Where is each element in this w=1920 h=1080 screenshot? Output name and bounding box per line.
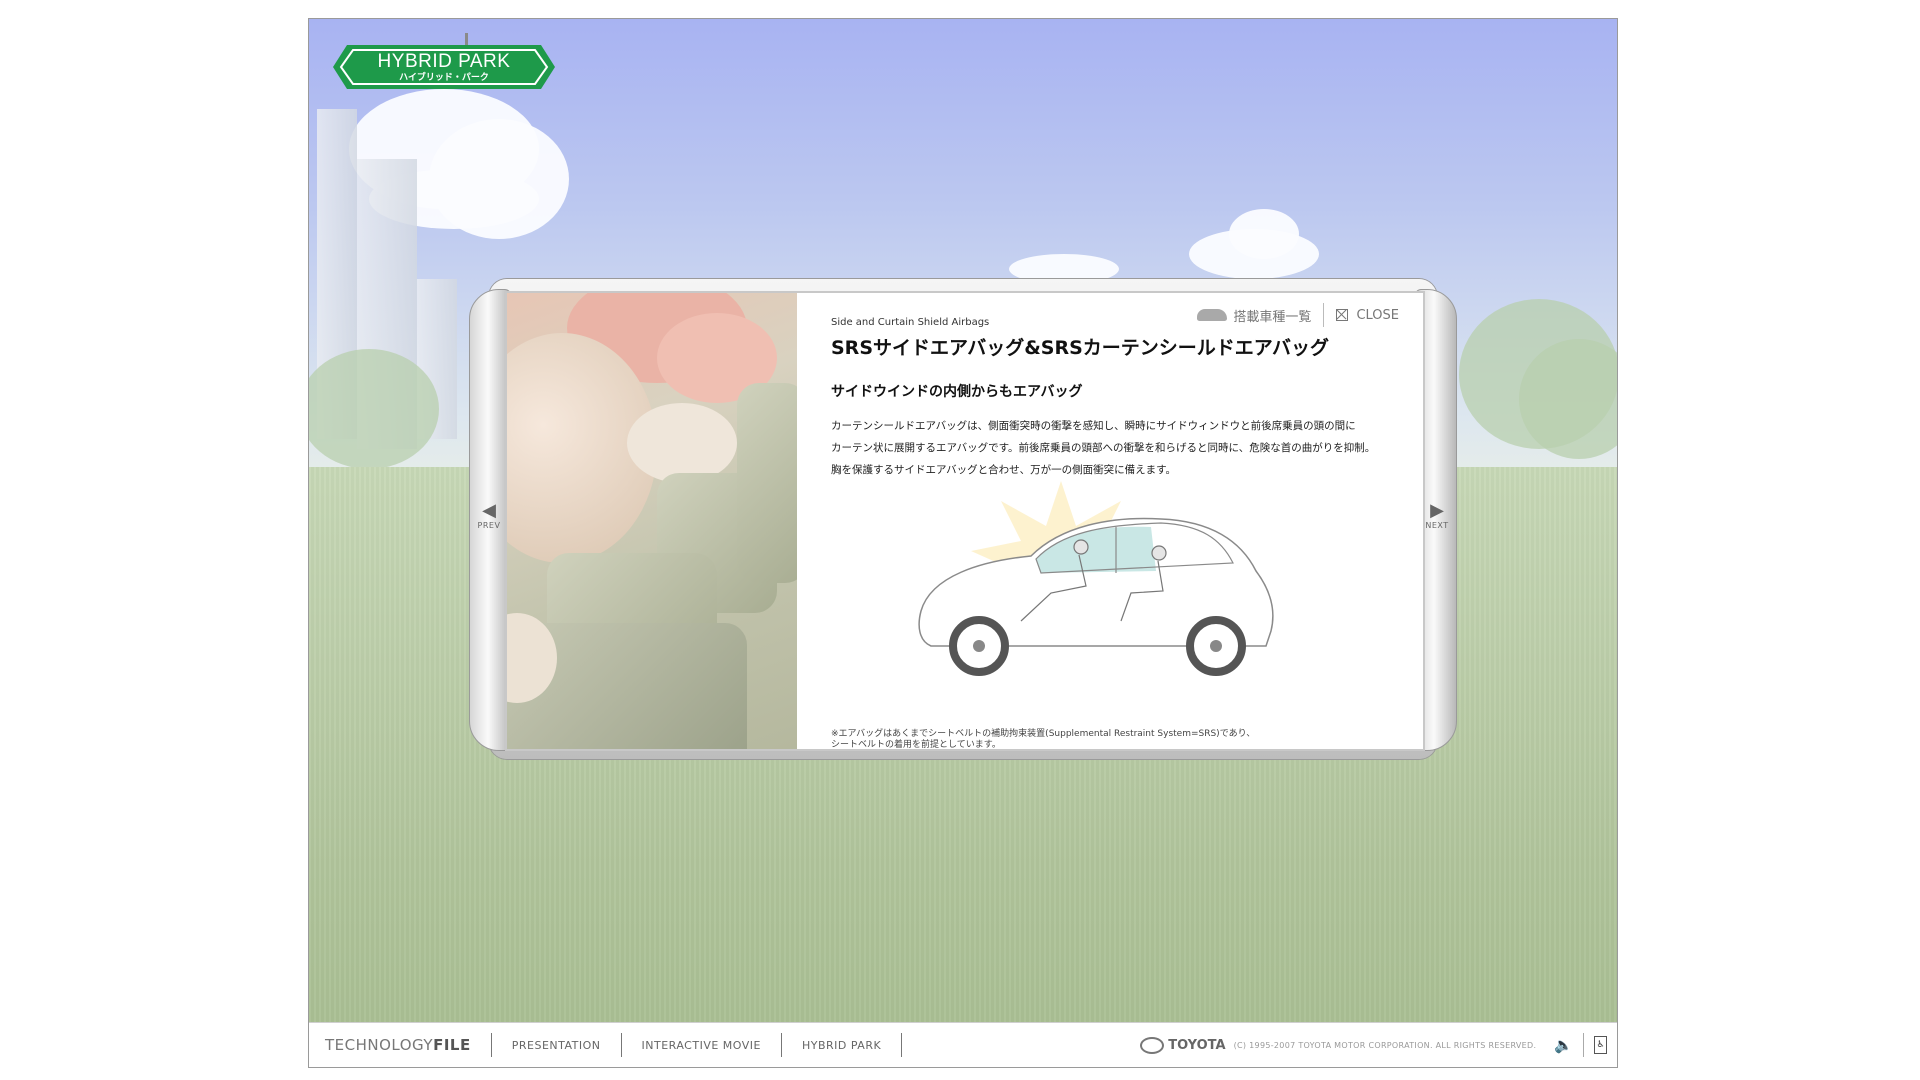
modal-content-panel: 搭載車種一覧 CLOSE Side and Curtain Shield Air… — [505, 291, 1425, 751]
footer-divider — [1583, 1033, 1584, 1057]
body-line: 胸を保護するサイドエアバッグと合わせ、万が一の側面衝突に備えます。 — [831, 464, 1177, 476]
footer-divider — [780, 1033, 782, 1057]
logo-subtitle: ハイブリッド・パーク — [399, 73, 489, 83]
brand-bold: FILE — [433, 1036, 471, 1054]
toyota-logo[interactable]: TOYOTA — [1140, 1036, 1226, 1054]
footnote: ※エアバッグはあくまでシートベルトの補助拘束装置(Supplemental Re… — [831, 729, 1401, 750]
modal-body-text: カーテンシールドエアバッグは、側面衝突時の衝撃を感知し、瞬時にサイドウィンドウと… — [831, 415, 1401, 481]
close-label: CLOSE — [1356, 307, 1399, 323]
cloud — [1229, 209, 1299, 259]
note-line: ※エアバッグはあくまでシートベルトの補助拘束装置(Supplemental Re… — [831, 729, 1256, 739]
close-button[interactable]: CLOSE — [1336, 308, 1399, 323]
car-airbag-illustration — [918, 481, 1274, 676]
prev-label: PREV — [477, 521, 501, 530]
english-subtitle: Side and Curtain Shield Airbags — [831, 317, 990, 328]
logo-title: HYBRID PARK — [377, 51, 511, 72]
note-line: シートベルトの着用を前提としています。 — [831, 740, 1001, 750]
hybrid-park-logo[interactable]: HYBRID PARK ハイブリッド・パーク — [333, 33, 555, 89]
link-divider — [1323, 303, 1325, 327]
car-icon — [1197, 309, 1228, 321]
copyright-text: (C) 1995-2007 TOYOTA MOTOR CORPORATION. … — [1233, 1040, 1537, 1050]
modal-text-area: 搭載車種一覧 CLOSE Side and Curtain Shield Air… — [819, 293, 1409, 749]
toyota-wordmark: TOYOTA — [1168, 1037, 1226, 1053]
close-icon — [1336, 309, 1349, 321]
footer-divider — [901, 1033, 903, 1057]
modal-top-links: 搭載車種一覧 CLOSE — [1197, 303, 1399, 327]
technology-file-brand[interactable]: TECHNOLOGYFILE — [325, 1036, 471, 1054]
modal-subtitle: サイドウインドの内側からもエアバッグ — [831, 384, 1083, 400]
modal-title: SRSサイドエアバッグ&SRSカーテンシールドエアバッグ — [831, 337, 1330, 359]
footer-right: TOYOTA (C) 1995-2007 TOYOTA MOTOR CORPOR… — [1140, 1033, 1617, 1057]
car-list-label: 搭載車種一覧 — [1233, 309, 1312, 325]
brand-light: TECHNOLOGY — [325, 1036, 434, 1054]
footer-link-interactive-movie[interactable]: INTERACTIVE MOVIE — [642, 1039, 761, 1052]
body-line: カーテンシールドエアバッグは、側面衝突時の衝撃を感知し、瞬時にサイドウィンドウと… — [831, 420, 1356, 432]
footer-divider — [620, 1033, 622, 1057]
airbag-shape — [627, 403, 737, 483]
info-modal: ◀ PREV ▶ NEXT 搭載車種一覧 CLOSE Side and Curt… — [469, 279, 1457, 759]
toyota-logo-icon — [1140, 1036, 1165, 1054]
speaker-icon[interactable]: 🔈 — [1554, 1036, 1573, 1054]
prev-button[interactable]: ◀ PREV — [469, 500, 509, 531]
prev-arrow-icon: ◀ — [482, 500, 496, 521]
footer-link-presentation[interactable]: PRESENTATION — [512, 1039, 601, 1052]
airbag-interior-photo — [507, 293, 797, 749]
footer-link-hybrid-park[interactable]: HYBRID PARK — [802, 1039, 881, 1052]
car-list-link[interactable]: 搭載車種一覧 — [1197, 306, 1311, 325]
footer-divider — [490, 1033, 492, 1057]
app-stage: HYBRID PARK ハイブリッド・パーク ◀ PREV ▶ NEXT 搭載車… — [308, 18, 1618, 1068]
logo-text: HYBRID PARK ハイブリッド・パーク — [333, 51, 555, 84]
footer-bar: TECHNOLOGYFILE PRESENTATION INTERACTIVE … — [309, 1022, 1617, 1067]
accessibility-icon[interactable]: ♿ — [1594, 1036, 1607, 1054]
body-line: カーテン状に展開するエアバッグです。前後席乗員の頭部への衝撃を和らげると同時に、… — [831, 442, 1376, 454]
seat-shape — [737, 383, 797, 583]
